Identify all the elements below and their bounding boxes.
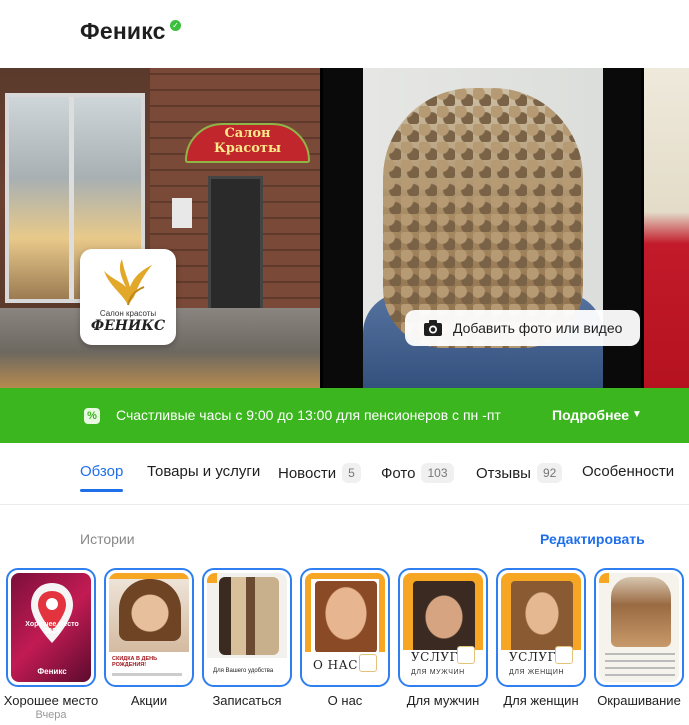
tab-photos[interactable]: Фото 103 [381, 463, 454, 491]
curly-hair [383, 88, 583, 348]
story-book[interactable]: Для Вашего удобства [202, 568, 292, 687]
price-line [605, 674, 675, 676]
story-card-text: СКИДКА В ДЕНЬ РОЖДЕНИЯ! [112, 656, 158, 668]
chevron-down-icon: ▼ [632, 409, 642, 420]
story-card-sub: ДЛЯ МУЖЧИН [411, 669, 465, 676]
model-photo [511, 581, 573, 653]
percent-icon: % [84, 408, 100, 424]
story-thumb: О НАС [305, 573, 385, 682]
story-promotions[interactable]: СКИДКА В ДЕНЬ РОЖДЕНИЯ! [104, 568, 194, 687]
story-thumb: Для Вашего удобства [207, 573, 287, 682]
model-photo [413, 581, 475, 653]
tab-features[interactable]: Особенности [582, 463, 674, 491]
logo-subtitle: Салон красоты [99, 309, 157, 318]
card-strip [599, 573, 609, 583]
card-text-line [112, 673, 182, 676]
story-caption: Окрашивание [597, 693, 681, 708]
tab-overview[interactable]: Обзор [80, 463, 123, 491]
active-tab-indicator [80, 489, 123, 492]
story-date: Вчера [35, 709, 67, 721]
story-thumb [599, 573, 679, 682]
tab-news[interactable]: Новости 5 [278, 463, 361, 491]
price-line [605, 667, 675, 669]
story-thumb: СКИДКА В ДЕНЬ РОЖДЕНИЯ! [109, 573, 189, 682]
card-strip [207, 573, 217, 583]
story-coloring[interactable] [594, 568, 684, 687]
story-good-place[interactable]: Хорошее место 2024 Феникс [6, 568, 96, 687]
model-photo [315, 581, 377, 653]
story-card-text: Хорошее место 2024 [25, 621, 79, 635]
edit-stories-button[interactable]: Редактировать [540, 531, 645, 547]
stories-title: Истории [80, 531, 135, 547]
story-about[interactable]: О НАС [300, 568, 390, 687]
story-caption: Для женщин [503, 693, 579, 708]
tab-reviews[interactable]: Отзывы 92 [476, 463, 563, 491]
story-card-text: Для Вашего удобства [213, 668, 274, 674]
logo-name: ФЕНИКС [90, 318, 166, 334]
reviews-count-badge: 92 [536, 463, 563, 483]
promo-text: Счастливые часы с 9:00 до 13:00 для пенс… [116, 407, 501, 423]
map-pin-icon [31, 583, 73, 643]
mini-logo-icon [457, 646, 475, 664]
gallery-photo-interior[interactable] [644, 68, 689, 388]
promo-banner[interactable]: % Счастливые часы с 9:00 до 13:00 для пе… [0, 388, 689, 443]
tab-goods-services[interactable]: Товары и услуги [147, 463, 260, 491]
story-men[interactable]: УСЛУГИ ДЛЯ МУЖЧИН [398, 568, 488, 687]
page-title: Феникс [80, 18, 166, 44]
model-photo [119, 579, 181, 641]
story-thumb: УСЛУГИ ДЛЯ ЖЕНЩИН [501, 573, 581, 682]
tab-bar: Обзор Товары и услуги Новости 5 Фото 103 О… [0, 443, 689, 505]
add-photo-button[interactable]: Добавить фото или видео [405, 310, 640, 346]
mini-logo-icon [555, 646, 573, 664]
story-thumb: УСЛУГИ ДЛЯ МУЖЧИН [403, 573, 483, 682]
price-line [605, 653, 675, 655]
phoenix-icon [104, 259, 152, 306]
salon-sign-text: Салон Красоты [213, 126, 281, 156]
story-thumb: Хорошее место 2024 Феникс [11, 573, 91, 682]
news-count-badge: 5 [342, 463, 361, 483]
photos-count-badge: 103 [421, 463, 454, 483]
story-caption: Записаться [212, 693, 282, 708]
story-caption: О нас [327, 693, 363, 708]
verified-icon: ✓ [170, 20, 181, 31]
story-caption: Хорошее место [3, 693, 99, 708]
hair-photo [219, 577, 279, 655]
hair-photo [611, 577, 671, 647]
plaque [172, 198, 192, 228]
salon-logo: Салон красоты ФЕНИКС [80, 249, 176, 345]
promo-more-button[interactable]: Подробнее [552, 407, 629, 423]
mini-logo-icon [359, 654, 377, 672]
story-women[interactable]: УСЛУГИ ДЛЯ ЖЕНЩИН [496, 568, 586, 687]
header: Феникс ✓ [0, 0, 689, 68]
add-photo-label: Добавить фото или видео [453, 320, 623, 336]
story-card-text: О НАС [313, 658, 358, 672]
story-caption: Акции [130, 693, 168, 708]
price-line [605, 660, 675, 662]
story-card-sub: ДЛЯ ЖЕНЩИН [509, 669, 565, 676]
door [208, 176, 263, 311]
story-card-brand: Феникс [37, 667, 67, 676]
gallery-photo-storefront[interactable]: Салон Красоты Салон красоты ФЕНИКС [0, 68, 320, 388]
camera-icon [424, 320, 442, 336]
photo-gallery[interactable]: Салон Красоты Салон красоты ФЕНИКС Добави… [0, 68, 689, 388]
story-caption: Для мужчин [406, 693, 480, 708]
